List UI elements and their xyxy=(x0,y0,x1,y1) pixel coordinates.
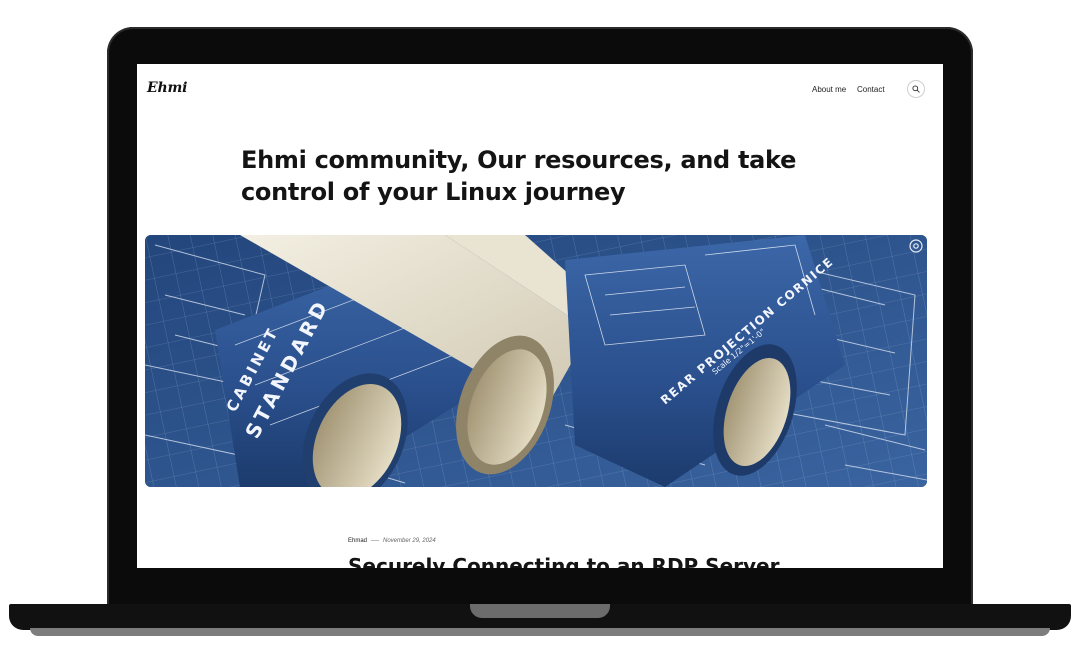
blueprint-illustration: STANDARD CABINET REAR PROJECTION CORNICE… xyxy=(145,235,927,487)
nav-contact[interactable]: Contact xyxy=(857,85,885,94)
laptop-trackpad-notch xyxy=(470,604,610,618)
hero-title: Ehmi community, Our resources, and take … xyxy=(241,146,797,206)
post-author[interactable]: Ehmad xyxy=(348,538,367,544)
hero-image[interactable]: STANDARD CABINET REAR PROJECTION CORNICE… xyxy=(145,235,927,487)
browser-screen: Ehmi About me Contact Ehmi community, Ou… xyxy=(137,64,943,568)
image-badge-icon[interactable] xyxy=(909,239,923,253)
laptop-mockup: Ehmi About me Contact Ehmi community, Ou… xyxy=(0,0,1080,663)
nav-about[interactable]: About me xyxy=(812,85,846,94)
laptop-base-shadow xyxy=(30,628,1050,636)
search-icon xyxy=(912,85,920,93)
site-header: Ehmi About me Contact xyxy=(137,64,943,118)
post-date: November 29, 2024 xyxy=(383,538,436,544)
post-title[interactable]: Securely Connecting to an RDP Server xyxy=(348,553,779,568)
site-logo[interactable]: Ehmi xyxy=(147,80,187,96)
meta-separator xyxy=(371,539,380,541)
search-button[interactable] xyxy=(907,80,925,98)
post-meta: Ehmad November 29, 2024 xyxy=(348,538,436,544)
